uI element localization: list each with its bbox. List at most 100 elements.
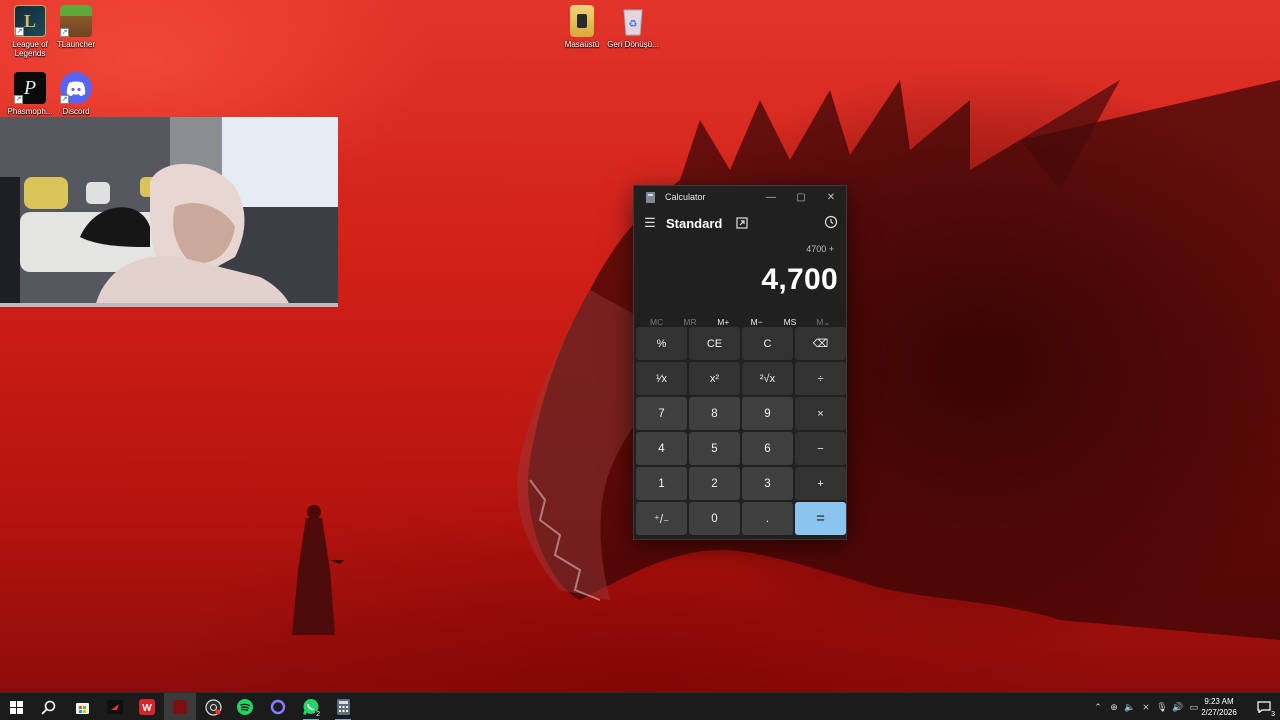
- taskbar-game-app[interactable]: [99, 693, 131, 720]
- active-app-icon: [173, 700, 187, 714]
- keep-on-top-button[interactable]: [736, 217, 748, 229]
- memory-recall-button[interactable]: MR: [673, 317, 706, 327]
- mode-bar: ☰ Standard: [634, 208, 846, 238]
- desktop-icon-label: Geri Dönüşü...: [607, 40, 659, 49]
- close-button[interactable]: ✕: [816, 186, 846, 208]
- taskbar-obs[interactable]: [197, 693, 229, 720]
- search-button[interactable]: [32, 693, 64, 720]
- negate-key[interactable]: ⁺/₋: [636, 502, 687, 535]
- calculator-app-icon: [646, 191, 655, 203]
- notification-icon: [1257, 701, 1271, 713]
- network-status-icon[interactable]: ⊕: [1106, 693, 1122, 720]
- shortcut-arrow-icon: ↗: [14, 95, 23, 104]
- digit-5-key[interactable]: 5: [689, 432, 740, 465]
- digit-2-key[interactable]: 2: [689, 467, 740, 500]
- window-title: Calculator: [665, 192, 706, 202]
- league-of-legends-icon: L ↗: [14, 5, 46, 37]
- start-icon: [9, 700, 23, 714]
- add-key[interactable]: +: [795, 467, 846, 500]
- memory-clear-button[interactable]: MC: [640, 317, 673, 327]
- history-icon: [824, 215, 838, 229]
- desktop-icon-tlauncher[interactable]: ↗ TLauncher: [46, 5, 106, 49]
- taskbar-active-app[interactable]: [164, 693, 196, 720]
- digit-3-key[interactable]: 3: [742, 467, 793, 500]
- wallpaper-creature: [516, 80, 1280, 640]
- reciprocal-key[interactable]: ¹⁄x: [636, 362, 687, 395]
- desktop-icon-discord[interactable]: ↗ Discord: [46, 72, 106, 116]
- result-display: 4,700: [761, 263, 838, 296]
- backspace-key[interactable]: ⌫: [795, 327, 846, 360]
- speaker-icon[interactable]: 🔈: [1122, 693, 1138, 720]
- percent-key[interactable]: %: [636, 327, 687, 360]
- spotify-icon: [237, 699, 253, 715]
- keep-on-top-icon: [736, 217, 748, 229]
- phasmophobia-icon: P ↗: [14, 72, 46, 104]
- title-bar[interactable]: Calculator — ▢ ✕: [634, 186, 846, 208]
- start-button[interactable]: [0, 693, 32, 720]
- digit-9-key[interactable]: 9: [742, 397, 793, 430]
- system-tray: ⌃ ⊕ 🔈 ⨯ 🎙 🔊 ▭: [1090, 693, 1202, 720]
- svg-text:W: W: [142, 703, 152, 714]
- minimize-button[interactable]: —: [756, 186, 786, 208]
- search-icon: [40, 700, 55, 715]
- calculator-icon: [336, 699, 350, 715]
- digit-8-key[interactable]: 8: [689, 397, 740, 430]
- obs-icon: [204, 698, 222, 716]
- clock-date: 2/27/2026: [1201, 708, 1237, 717]
- folder-icon: [570, 5, 594, 37]
- taskbar-clock[interactable]: 9:23 AM 2/27/2026: [1198, 696, 1240, 718]
- clear-key[interactable]: C: [742, 327, 793, 360]
- desktop-icon-label: TLauncher: [56, 40, 96, 49]
- calculator-window[interactable]: Calculator — ▢ ✕ ☰ Standard 4700 + 4,700…: [633, 185, 847, 540]
- mode-title: Standard: [666, 215, 723, 231]
- clear-entry-key[interactable]: CE: [689, 327, 740, 360]
- square-root-key[interactable]: ²√x: [742, 362, 793, 395]
- divide-key[interactable]: ÷: [795, 362, 846, 395]
- memory-store-button[interactable]: MS: [773, 317, 806, 327]
- notification-center-button[interactable]: 3: [1248, 693, 1280, 720]
- cortana-icon: [270, 699, 286, 715]
- shortcut-arrow-icon: ↗: [60, 28, 69, 37]
- muted-device-icon[interactable]: ⨯: [1138, 693, 1154, 720]
- taskbar-spotify[interactable]: [229, 693, 261, 720]
- shortcut-arrow-icon: ↗: [15, 27, 24, 36]
- svg-text:♻: ♻: [629, 19, 638, 30]
- chevron-up-icon[interactable]: ⌃: [1090, 693, 1106, 720]
- notification-count: 3: [1271, 711, 1275, 718]
- wps-office-icon: W: [139, 699, 155, 715]
- history-button[interactable]: [824, 215, 838, 229]
- recycle-bin-icon: ♻: [617, 5, 649, 37]
- decimal-key[interactable]: .: [742, 502, 793, 535]
- clock-time: 9:23 AM: [1204, 697, 1234, 706]
- digit-4-key[interactable]: 4: [636, 432, 687, 465]
- digit-6-key[interactable]: 6: [742, 432, 793, 465]
- memory-list-button[interactable]: M⌄: [807, 317, 840, 328]
- navigation-menu-button[interactable]: ☰: [634, 215, 666, 231]
- taskbar-store[interactable]: [66, 693, 98, 720]
- volume-icon[interactable]: 🔊: [1170, 693, 1186, 720]
- wallpaper-figure: [292, 505, 344, 635]
- multiply-key[interactable]: ×: [795, 397, 846, 430]
- memory-subtract-button[interactable]: M−: [740, 317, 773, 327]
- desktop-icon-recycle-bin[interactable]: ♻ Geri Dönüşü...: [603, 5, 663, 49]
- webcam-feed: [0, 117, 338, 307]
- shortcut-arrow-icon: ↗: [60, 95, 69, 104]
- taskbar-whatsapp[interactable]: 2: [295, 693, 327, 720]
- square-key[interactable]: x²: [689, 362, 740, 395]
- taskbar-calculator[interactable]: [327, 693, 359, 720]
- equals-key[interactable]: =: [795, 502, 846, 535]
- desktop-icon-label: Masaüstü: [564, 40, 600, 49]
- maximize-button[interactable]: ▢: [786, 186, 816, 208]
- taskbar-wps[interactable]: W: [131, 693, 163, 720]
- memory-add-button[interactable]: M+: [707, 317, 740, 327]
- keypad: % CE C ⌫ ¹⁄x x² ²√x ÷ 7 8 9 × 4 5 6− 1 2 3 + ⁺/₋ 0. =: [636, 327, 846, 535]
- whatsapp-badge: 2: [315, 711, 321, 718]
- digit-7-key[interactable]: 7: [636, 397, 687, 430]
- taskbar-cortana[interactable]: [262, 693, 294, 720]
- digit-1-key[interactable]: 1: [636, 467, 687, 500]
- microphone-icon[interactable]: 🎙: [1154, 693, 1170, 720]
- digit-0-key[interactable]: 0: [689, 502, 740, 535]
- webcam-overlay: [0, 117, 338, 307]
- expression-display: 4700 +: [806, 244, 834, 254]
- subtract-key[interactable]: −: [795, 432, 846, 465]
